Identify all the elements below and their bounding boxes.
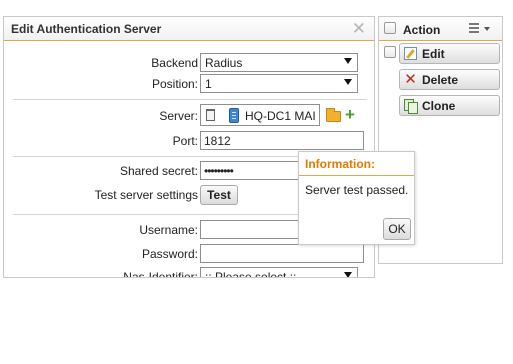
test-button[interactable]: Test	[200, 185, 238, 205]
nas-label: Nas-Identifier:	[123, 270, 198, 278]
information-popup: Information: Server test passed. OK	[298, 151, 415, 245]
chevron-down-icon	[344, 272, 352, 277]
divider	[13, 99, 367, 100]
action-title: Action	[403, 23, 441, 37]
password-label: Password:	[141, 247, 198, 261]
backend-label: Backend	[151, 56, 198, 70]
action-header: Action	[379, 17, 502, 41]
server-label: Server:	[159, 109, 198, 123]
server-field[interactable]: HQ-DC1 MAI	[200, 104, 320, 126]
popup-title: Information:	[305, 157, 375, 171]
chevron-down-icon	[344, 79, 352, 85]
nas-row: Nas-Identifier: :: Please select ::	[4, 267, 374, 278]
port-row: Port: 1812	[4, 131, 374, 151]
server-icon	[229, 108, 239, 123]
backend-row: Backend Radius	[4, 53, 374, 73]
nas-value: :: Please select ::	[205, 270, 297, 278]
popup-header: Information:	[299, 152, 414, 176]
list-menu-icon[interactable]	[469, 23, 479, 33]
delete-icon: ✕	[404, 71, 417, 88]
server-value: HQ-DC1 MAI	[245, 109, 316, 123]
secret-value: •••••••••	[204, 164, 234, 178]
password-row: Password:	[4, 244, 374, 264]
dialog-title: Edit Authentication Server	[11, 22, 162, 36]
select-all-checkbox[interactable]	[384, 22, 396, 34]
position-row: Position: 1	[4, 74, 374, 94]
dialog-header: Edit Authentication Server ✕	[4, 17, 374, 41]
row-checkbox[interactable]	[384, 46, 396, 58]
secret-label: Shared secret:	[119, 164, 198, 178]
ok-button[interactable]: OK	[383, 218, 411, 240]
popup-message: Server test passed.	[305, 183, 409, 197]
backend-select[interactable]: Radius	[200, 53, 358, 72]
folder-icon[interactable]	[326, 108, 341, 122]
edit-icon	[404, 47, 417, 60]
port-value: 1812	[204, 134, 231, 148]
delete-button[interactable]: ✕ Delete	[399, 69, 500, 90]
test-label: Test server settings	[94, 188, 198, 202]
clone-icon	[404, 99, 418, 114]
port-label: Port:	[172, 134, 198, 148]
chevron-down-icon[interactable]	[484, 27, 490, 31]
close-icon[interactable]: ✕	[352, 19, 366, 39]
server-row: Server: HQ-DC1 MAI +	[4, 104, 374, 128]
position-label: Position:	[151, 77, 198, 91]
edit-label: Edit	[422, 47, 445, 61]
edit-button[interactable]: Edit	[399, 43, 500, 64]
port-input[interactable]: 1812	[200, 131, 364, 150]
chevron-down-icon	[344, 58, 352, 64]
trash-icon[interactable]	[206, 109, 215, 121]
position-select[interactable]: 1	[200, 74, 358, 93]
position-value: 1	[205, 77, 212, 91]
backend-value: Radius	[205, 56, 243, 70]
password-input[interactable]	[200, 244, 364, 263]
add-icon[interactable]: +	[345, 105, 355, 125]
clone-label: Clone	[422, 99, 456, 113]
nas-identifier-select[interactable]: :: Please select ::	[200, 267, 358, 278]
clone-button[interactable]: Clone	[399, 95, 500, 116]
delete-label: Delete	[422, 73, 459, 87]
username-label: Username:	[139, 223, 198, 237]
